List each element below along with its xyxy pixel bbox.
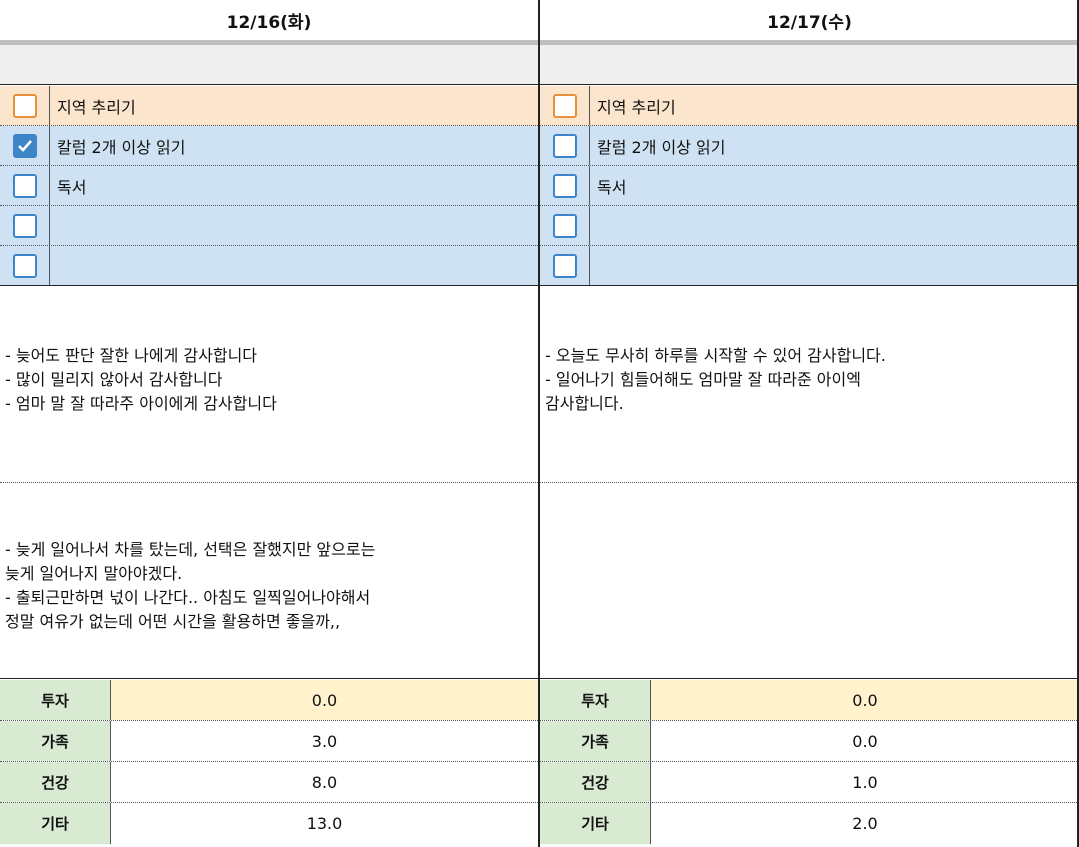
metric-row: 기타 2.0: [540, 803, 1079, 844]
gratitude-cell[interactable]: - 오늘도 무사히 하루를 시작할 수 있어 감사합니다. - 일어나기 힘들어…: [540, 286, 1079, 483]
todo-label: 지역 추리기: [597, 97, 676, 117]
todo-item[interactable]: [0, 206, 538, 246]
reflection-cell[interactable]: - 늦게 일어나서 차를 탔는데, 선택은 잘했지만 앞으로는 늦게 일어나지 …: [0, 483, 538, 679]
todo-label: 칼럼 2개 이상 읽기: [57, 137, 186, 157]
todo-item[interactable]: 지역 추리기: [0, 86, 538, 126]
gratitude-line: - 엄마 말 잘 따라주 아이에게 감사합니다: [5, 394, 277, 413]
metric-key[interactable]: 기타: [0, 803, 111, 844]
metric-value[interactable]: 0.0: [651, 680, 1079, 720]
metric-row: 투자 0.0: [0, 680, 538, 721]
gratitude-line: - 많이 밀리지 않아서 감사합니다: [5, 370, 223, 389]
todo-item[interactable]: 독서: [540, 166, 1079, 206]
metric-value[interactable]: 1.0: [651, 762, 1079, 802]
empty-gray-row[interactable]: [0, 45, 538, 85]
metrics-table: 투자 0.0 가족 3.0 건강 8.0 기타 13.0: [0, 680, 538, 844]
metric-row: 건강 1.0: [540, 762, 1079, 803]
todo-item[interactable]: [0, 246, 538, 286]
metrics-table: 투자 0.0 가족 0.0 건강 1.0 기타 2.0: [540, 680, 1079, 844]
checkbox[interactable]: [552, 213, 577, 238]
gratitude-cell[interactable]: - 늦어도 판단 잘한 나에게 감사합니다 - 많이 밀리지 않아서 감사합니다…: [0, 286, 538, 483]
metric-key[interactable]: 기타: [540, 803, 651, 844]
checkbox[interactable]: [12, 213, 37, 238]
date-header[interactable]: 12/16(화): [0, 0, 538, 40]
todo-label: 독서: [597, 177, 627, 197]
metric-key[interactable]: 투자: [0, 680, 111, 720]
todo-item[interactable]: 독서: [0, 166, 538, 206]
reflection-line: - 늦게 일어나서 차를 탔는데, 선택은 잘했지만 앞으로는: [5, 540, 376, 559]
date-header[interactable]: 12/17(수): [540, 0, 1079, 40]
todo-item[interactable]: 칼럼 2개 이상 읽기: [0, 126, 538, 166]
metric-row: 건강 8.0: [0, 762, 538, 803]
todo-list: 지역 추리기 칼럼 2개 이상 읽기 독서: [540, 86, 1079, 286]
metric-value[interactable]: 0.0: [111, 680, 538, 720]
checkbox[interactable]: [552, 253, 577, 278]
metric-value[interactable]: 13.0: [111, 803, 538, 844]
column-divider: [538, 0, 540, 847]
metric-key[interactable]: 건강: [540, 762, 651, 802]
gratitude-line: - 일어나기 힘들어해도 엄마말 잘 따라준 아이엑: [545, 370, 861, 389]
metric-value[interactable]: 3.0: [111, 721, 538, 761]
todo-label: 칼럼 2개 이상 읽기: [597, 137, 726, 157]
reflection-line: 늦게 일어나지 말아야겠다.: [5, 564, 183, 583]
reflection-line: - 출퇴근만하면 넋이 나간다.. 아침도 일찍일어나야해서: [5, 588, 371, 607]
todo-label: 독서: [57, 177, 87, 197]
metric-key[interactable]: 투자: [540, 680, 651, 720]
empty-gray-row[interactable]: [540, 45, 1079, 85]
todo-item[interactable]: [540, 206, 1079, 246]
metric-key[interactable]: 가족: [540, 721, 651, 761]
day-column-1216: 12/16(화) 지역 추리기 칼럼 2개 이상 읽기 독서 - 늦어도 판단 …: [0, 0, 538, 847]
reflection-line: 정말 여유가 없는데 어떤 시간을 활용하면 좋을까,,: [5, 612, 341, 631]
metric-value[interactable]: 0.0: [651, 721, 1079, 761]
todo-item[interactable]: 칼럼 2개 이상 읽기: [540, 126, 1079, 166]
metric-key[interactable]: 가족: [0, 721, 111, 761]
gratitude-line: - 늦어도 판단 잘한 나에게 감사합니다: [5, 346, 258, 365]
metric-row: 투자 0.0: [540, 680, 1079, 721]
todo-item[interactable]: [540, 246, 1079, 286]
todo-label: 지역 추리기: [57, 97, 136, 117]
planner-sheet: 12/16(화) 지역 추리기 칼럼 2개 이상 읽기 독서 - 늦어도 판단 …: [0, 0, 1079, 847]
checkbox[interactable]: [12, 93, 37, 118]
metric-row: 가족 0.0: [540, 721, 1079, 762]
checkbox[interactable]: [552, 93, 577, 118]
metric-value[interactable]: 2.0: [651, 803, 1079, 844]
metric-row: 기타 13.0: [0, 803, 538, 844]
reflection-cell[interactable]: [540, 483, 1079, 679]
checkbox[interactable]: [552, 133, 577, 158]
gratitude-line: 감사합니다.: [545, 394, 624, 413]
todo-item[interactable]: 지역 추리기: [540, 86, 1079, 126]
metric-key[interactable]: 건강: [0, 762, 111, 802]
day-column-1217: 12/17(수) 지역 추리기 칼럼 2개 이상 읽기 독서 - 오늘도 무사히…: [540, 0, 1079, 847]
checkbox[interactable]: [12, 253, 37, 278]
checkbox[interactable]: [12, 133, 37, 158]
checkbox[interactable]: [12, 173, 37, 198]
checkbox[interactable]: [552, 173, 577, 198]
todo-list: 지역 추리기 칼럼 2개 이상 읽기 독서: [0, 86, 538, 286]
gratitude-line: - 오늘도 무사히 하루를 시작할 수 있어 감사합니다.: [545, 346, 886, 365]
metric-row: 가족 3.0: [0, 721, 538, 762]
metric-value[interactable]: 8.0: [111, 762, 538, 802]
